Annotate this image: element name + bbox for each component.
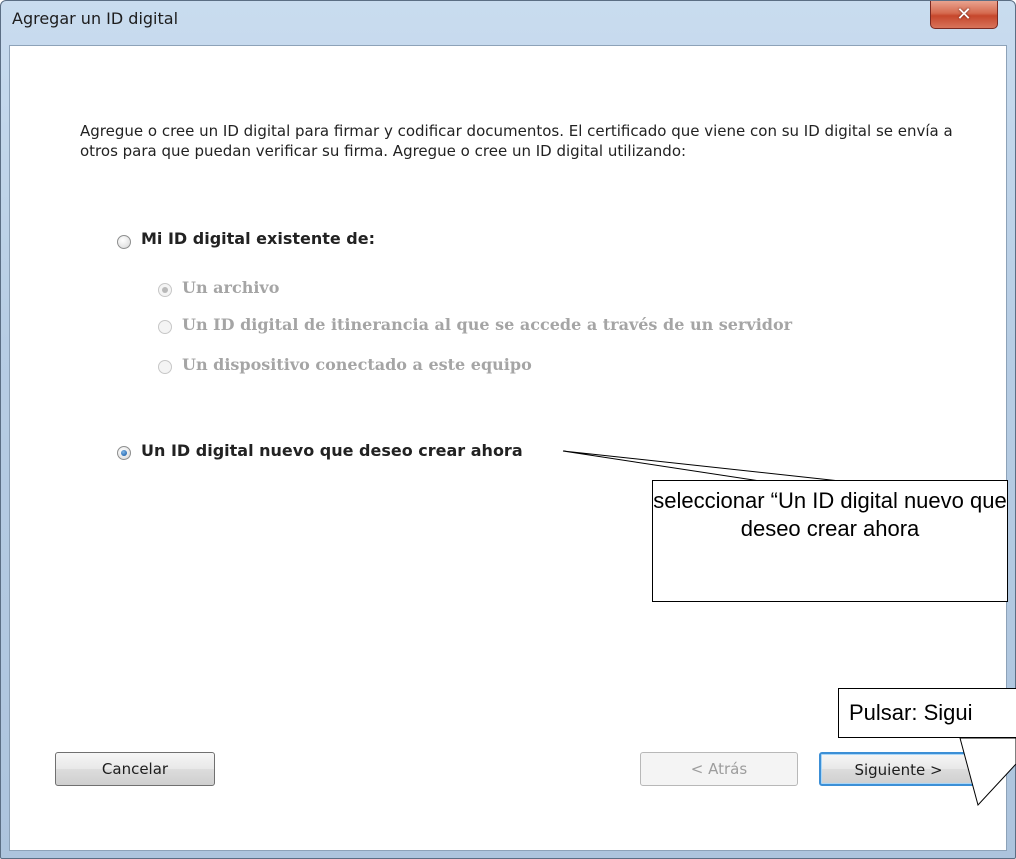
- callout-select-pointer: [562, 450, 841, 482]
- callout-select-new-id: seleccionar “Un ID digital nuevo que des…: [652, 480, 1008, 602]
- callout-press-next: Pulsar: Sigui: [838, 688, 1016, 738]
- callout-next-pointer: [959, 737, 1016, 807]
